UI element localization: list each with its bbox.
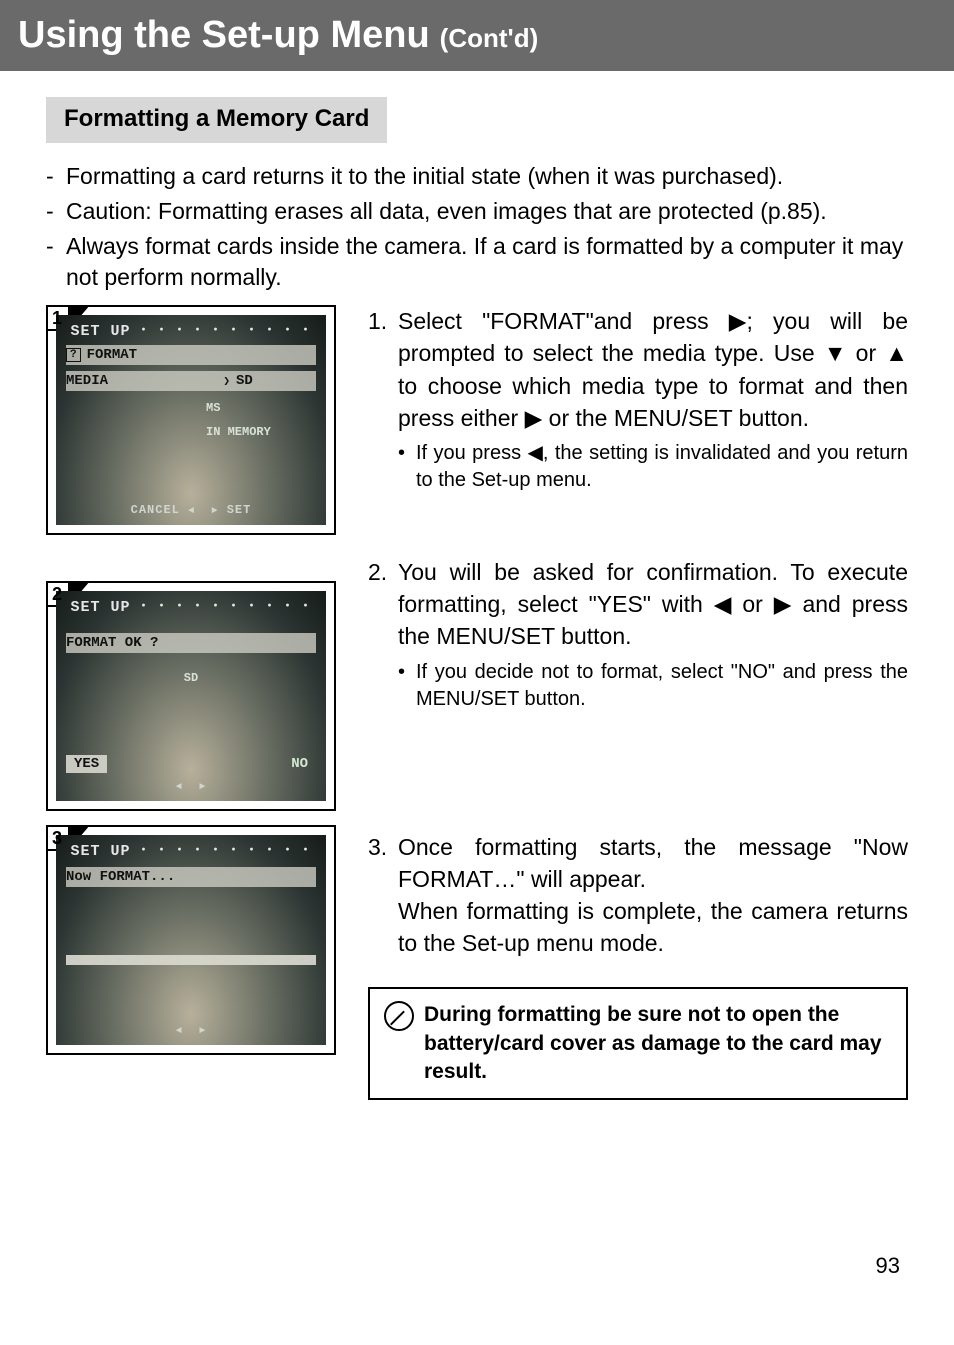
lcd-row-status: Now FORMAT... xyxy=(66,867,316,887)
question-icon: ? xyxy=(66,348,81,362)
screenshot-3: 3 SET UP • • • • • • • • • • Now FORMAT.… xyxy=(46,825,336,1055)
step-body: Select "FORMAT"and press ▶; you will be … xyxy=(398,305,908,494)
lcd-footer: CANCEL ◄ ► SET xyxy=(56,503,326,517)
lcd-screen: SET UP • • • • • • • • • • Now FORMAT...… xyxy=(56,835,326,1045)
lcd-yes-no: YES NO xyxy=(66,755,316,773)
manual-page: Using the Set-up Menu (Cont'd) Formattin… xyxy=(0,0,954,1345)
warning-box: During formatting be sure not to open th… xyxy=(368,987,908,1100)
intro-text: Always format cards inside the camera. I… xyxy=(66,231,908,293)
triangle-left-icon: ◄ xyxy=(176,1026,183,1037)
triangle-right-icon: ► xyxy=(212,506,219,517)
dash-icon: - xyxy=(46,161,66,192)
lcd-option-sd: SD xyxy=(56,671,326,685)
no-label: NO xyxy=(283,755,316,773)
triangle-left-icon: ◀ xyxy=(714,588,732,620)
step-body: Once formatting starts, the message "Now… xyxy=(398,831,908,960)
triangle-right-icon: ▶ xyxy=(729,305,747,337)
warning-text: During formatting be sure not to open th… xyxy=(424,1001,892,1086)
intro-item: - Caution: Formatting erases all data, e… xyxy=(46,196,908,227)
lcd-option-memory: IN MEMORY xyxy=(206,425,326,439)
dash-icon: - xyxy=(46,196,66,227)
lcd-footer-arrows: ◄ ► xyxy=(56,779,326,793)
step-1: 1. Select "FORMAT"and press ▶; you will … xyxy=(368,305,908,494)
dots-icon: • • • • • • • • • • xyxy=(141,326,312,337)
intro-item: - Always format cards inside the camera.… xyxy=(46,231,908,293)
lcd-screen: SET UP • • • • • • • • • • FORMAT OK ? S… xyxy=(56,591,326,801)
header-subtitle: (Cont'd) xyxy=(440,23,539,54)
triangle-left-icon: ◄ xyxy=(188,506,195,517)
instructions-column: 1. Select "FORMAT"and press ▶; you will … xyxy=(368,305,908,1100)
screenshot-column: 1 SET UP • • • • • • • • • • ? FORMAT ME… xyxy=(46,305,336,1100)
lcd-title: SET UP • • • • • • • • • • xyxy=(56,843,326,860)
screenshot-2: 2 SET UP • • • • • • • • • • FORMAT OK ?… xyxy=(46,581,336,811)
step-number: 2. xyxy=(368,556,398,713)
step-2: 2. You will be asked for confirmation. T… xyxy=(368,556,908,713)
screenshot-1: 1 SET UP • • • • • • • • • • ? FORMAT ME… xyxy=(46,305,336,535)
chevron-right-icon: ❯ xyxy=(223,374,230,388)
triangle-right-icon: ▶ xyxy=(774,588,792,620)
dots-icon: • • • • • • • • • • xyxy=(141,602,312,613)
dash-icon: - xyxy=(46,231,66,293)
step-sub: If you decide not to format, select "NO"… xyxy=(398,659,908,713)
triangle-right-icon: ▶ xyxy=(525,402,543,434)
triangle-up-icon: ▲ xyxy=(885,337,908,369)
step-sub: If you press ◀, the setting is invalidat… xyxy=(398,440,908,494)
page-number: 93 xyxy=(876,1253,900,1279)
triangle-right-icon: ► xyxy=(199,782,206,793)
step-3: 3. Once formatting starts, the message "… xyxy=(368,831,908,960)
step-number: 1. xyxy=(368,305,398,494)
content-area: Formatting a Memory Card - Formatting a … xyxy=(0,71,954,1100)
triangle-left-icon: ◄ xyxy=(176,782,183,793)
yes-label: YES xyxy=(66,755,107,773)
intro-text: Formatting a card returns it to the init… xyxy=(66,161,908,192)
intro-item: - Formatting a card returns it to the in… xyxy=(46,161,908,192)
page-header: Using the Set-up Menu (Cont'd) xyxy=(0,0,954,71)
lcd-footer-arrows: ◄ ► xyxy=(56,1023,326,1037)
step-number: 3. xyxy=(368,831,398,960)
intro-list: - Formatting a card returns it to the in… xyxy=(46,161,908,293)
header-title: Using the Set-up Menu xyxy=(18,14,430,57)
lcd-row-prompt: FORMAT OK ? xyxy=(66,633,316,653)
lcd-row-media: MEDIA ❯ SD xyxy=(66,371,316,391)
lcd-screen: SET UP • • • • • • • • • • ? FORMAT MEDI… xyxy=(56,315,326,525)
dots-icon: • • • • • • • • • • xyxy=(141,846,312,857)
lcd-option-ms: MS xyxy=(206,401,326,415)
prohibit-icon xyxy=(384,1001,414,1031)
lcd-title: SET UP • • • • • • • • • • xyxy=(56,599,326,616)
progress-bar xyxy=(66,955,316,965)
triangle-right-icon: ► xyxy=(199,1026,206,1037)
intro-text: Caution: Formatting erases all data, eve… xyxy=(66,196,908,227)
lcd-title: SET UP • • • • • • • • • • xyxy=(56,323,326,340)
triangle-down-icon: ▼ xyxy=(824,337,847,369)
section-heading: Formatting a Memory Card xyxy=(46,97,387,143)
step-body: You will be asked for confirmation. To e… xyxy=(398,556,908,713)
lcd-row-format: ? FORMAT xyxy=(66,345,316,365)
triangle-left-icon: ◀ xyxy=(528,440,543,467)
